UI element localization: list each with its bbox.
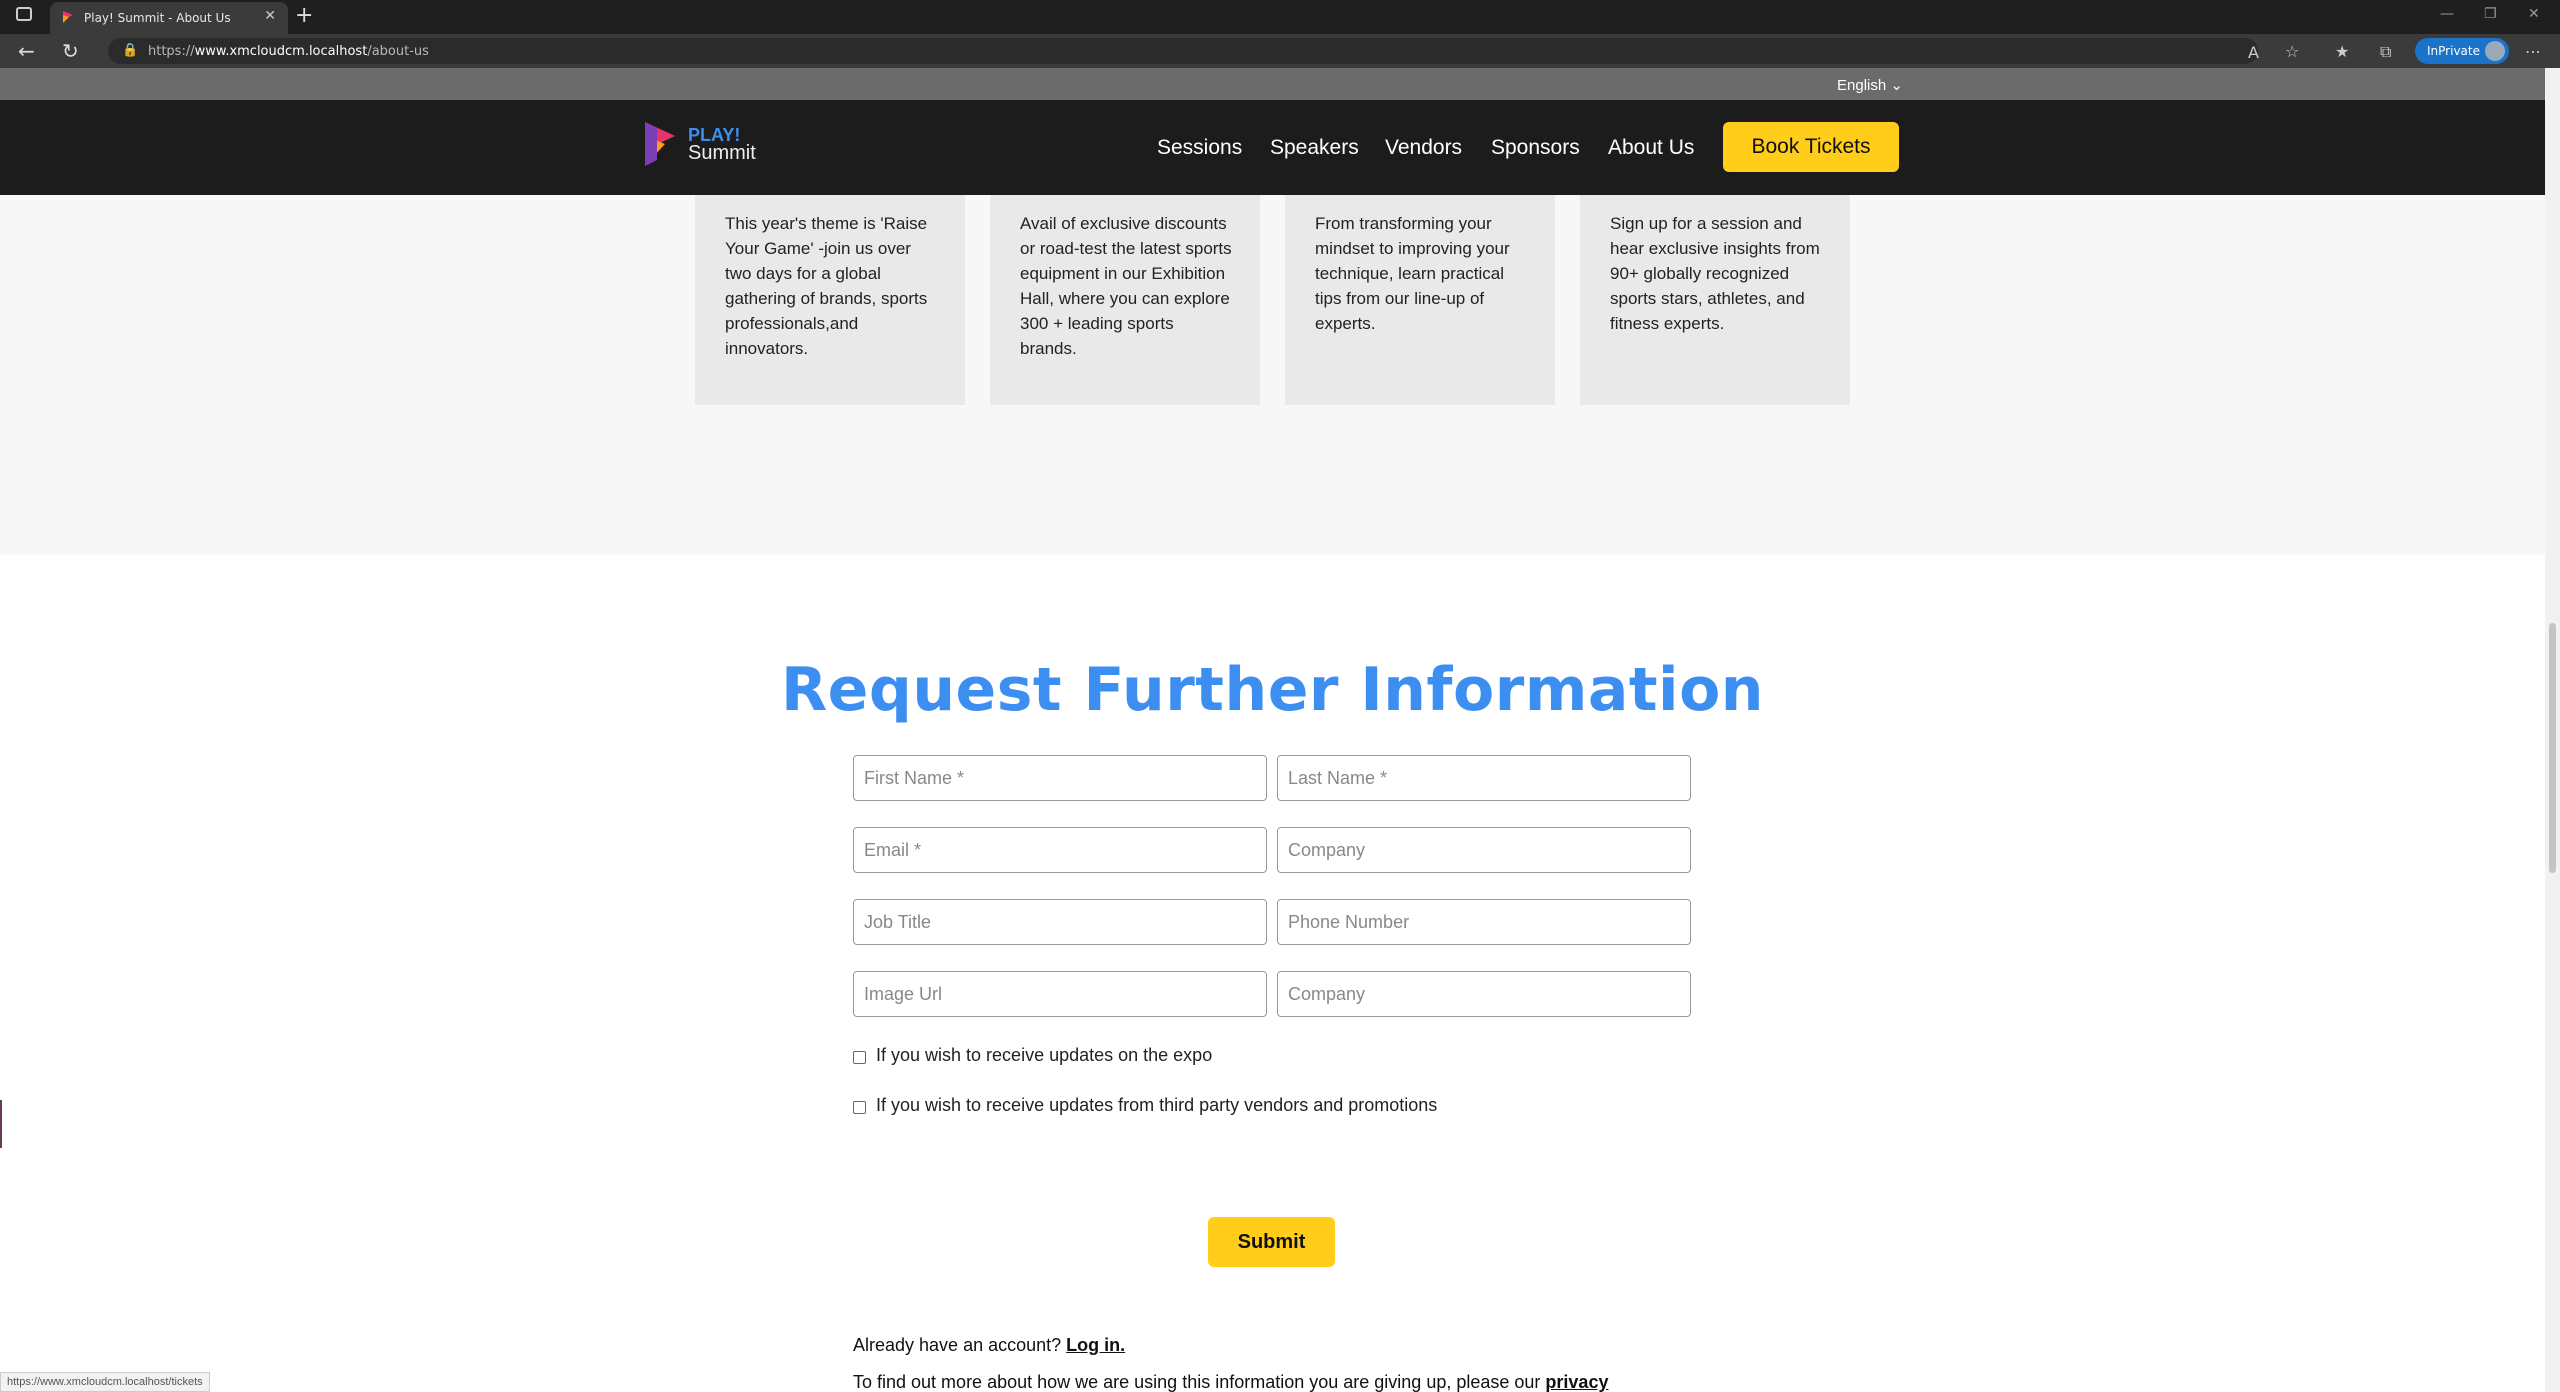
tab-title: Play! Summit - About Us — [84, 11, 231, 25]
restore-icon[interactable]: ❐ — [2484, 6, 2497, 22]
login-link[interactable]: Log in. — [1066, 1335, 1125, 1355]
page-scrollbar[interactable] — [2545, 68, 2560, 1392]
form-title: Request Further Information — [780, 655, 1765, 725]
account-note: Already have an account? Log in. — [853, 1335, 1126, 1355]
image-url-input[interactable] — [853, 971, 1267, 1017]
nav-speakers[interactable]: Speakers — [1270, 136, 1359, 160]
address-bar: ← ↻ 🔒 https://www.xmcloudcm.localhost/ab… — [0, 34, 2560, 68]
last-name-input[interactable] — [1277, 755, 1691, 801]
nav-vendors[interactable]: Vendors — [1385, 136, 1462, 160]
site-logo[interactable]: PLAY! Summit — [643, 120, 773, 170]
request-info-section: Request Further Information If you wish … — [0, 555, 2545, 1392]
feature-text: Avail of exclusive discounts or road-tes… — [1020, 214, 1232, 358]
play-summit-logo-icon — [645, 122, 675, 166]
favorites-icon[interactable]: ★ — [2335, 42, 2349, 61]
back-icon[interactable]: ← — [18, 39, 35, 63]
first-name-input[interactable] — [853, 755, 1267, 801]
features-section: This year's theme is 'Raise Your Game' -… — [0, 195, 2545, 555]
url-text: https://www.xmcloudcm.localhost/about-us — [148, 44, 429, 59]
job-title-input[interactable] — [853, 899, 1267, 945]
company-input-2[interactable] — [1277, 971, 1691, 1017]
refresh-icon[interactable]: ↻ — [62, 39, 79, 63]
expo-updates-label: If you wish to receive updates on the ex… — [876, 1045, 1213, 1065]
nav-about-us[interactable]: About Us — [1608, 136, 1694, 160]
browser-tab-bar: Play! Summit - About Us ✕ + — ❐ ✕ — [0, 0, 2560, 34]
nav-sessions[interactable]: Sessions — [1157, 136, 1242, 160]
phone-number-input[interactable] — [1277, 899, 1691, 945]
page-viewport: English ⌄ PLAY! Summit Sessions Speakers… — [0, 68, 2545, 1392]
feature-card: From transforming your mindset to improv… — [1285, 195, 1555, 405]
url-field[interactable]: 🔒 https://www.xmcloudcm.localhost/about-… — [108, 38, 2259, 64]
feature-text: This year's theme is 'Raise Your Game' -… — [725, 214, 928, 358]
privacy-note: To find out more about how we are using … — [853, 1370, 1693, 1392]
language-bar: English ⌄ — [0, 68, 2545, 100]
feature-card: Avail of exclusive discounts or road-tes… — [990, 195, 1260, 405]
scrollbar-thumb[interactable] — [2549, 623, 2556, 873]
focus-marker — [0, 1100, 2, 1148]
feature-text: Sign up for a session and hear exclusive… — [1610, 214, 1820, 333]
vendor-updates-label: If you wish to receive updates from thir… — [876, 1095, 1438, 1115]
expo-updates-checkbox[interactable] — [853, 1051, 866, 1064]
lock-icon: 🔒 — [122, 43, 139, 58]
logo-text-summit: Summit — [688, 142, 756, 164]
chevron-down-icon: ⌄ — [1890, 77, 1903, 94]
feature-text: From transforming your mindset to improv… — [1315, 214, 1510, 333]
tab-close-icon[interactable]: ✕ — [264, 8, 276, 24]
inprivate-badge[interactable]: InPrivate — [2415, 38, 2509, 64]
vendor-updates-checkbox[interactable] — [853, 1101, 866, 1114]
more-menu-icon[interactable]: ⋯ — [2525, 42, 2541, 61]
new-tab-icon[interactable]: + — [295, 3, 313, 28]
status-url: https://www.xmcloudcm.localhost/tickets — [0, 1372, 210, 1392]
window-close-icon[interactable]: ✕ — [2528, 6, 2540, 22]
collections-icon[interactable]: ⧉ — [2380, 42, 2391, 62]
feature-card: This year's theme is 'Raise Your Game' -… — [695, 195, 965, 405]
minimize-icon[interactable]: — — [2440, 6, 2454, 22]
submit-button[interactable]: Submit — [1208, 1217, 1335, 1267]
favorite-add-icon[interactable]: ☆ — [2285, 42, 2299, 61]
profile-avatar — [2485, 41, 2505, 61]
play-summit-favicon-icon — [63, 11, 73, 23]
feature-card: Sign up for a session and hear exclusive… — [1580, 195, 1850, 405]
tab-actions-icon[interactable] — [16, 7, 32, 21]
book-tickets-button[interactable]: Book Tickets — [1723, 122, 1899, 172]
read-aloud-icon[interactable]: A — [2248, 43, 2259, 62]
language-selector[interactable]: English ⌄ — [1837, 76, 1903, 94]
site-header: PLAY! Summit Sessions Speakers Vendors S… — [0, 100, 2545, 195]
company-input[interactable] — [1277, 827, 1691, 873]
email-input[interactable] — [853, 827, 1267, 873]
browser-tab[interactable]: Play! Summit - About Us ✕ — [50, 2, 288, 34]
nav-sponsors[interactable]: Sponsors — [1491, 136, 1580, 160]
